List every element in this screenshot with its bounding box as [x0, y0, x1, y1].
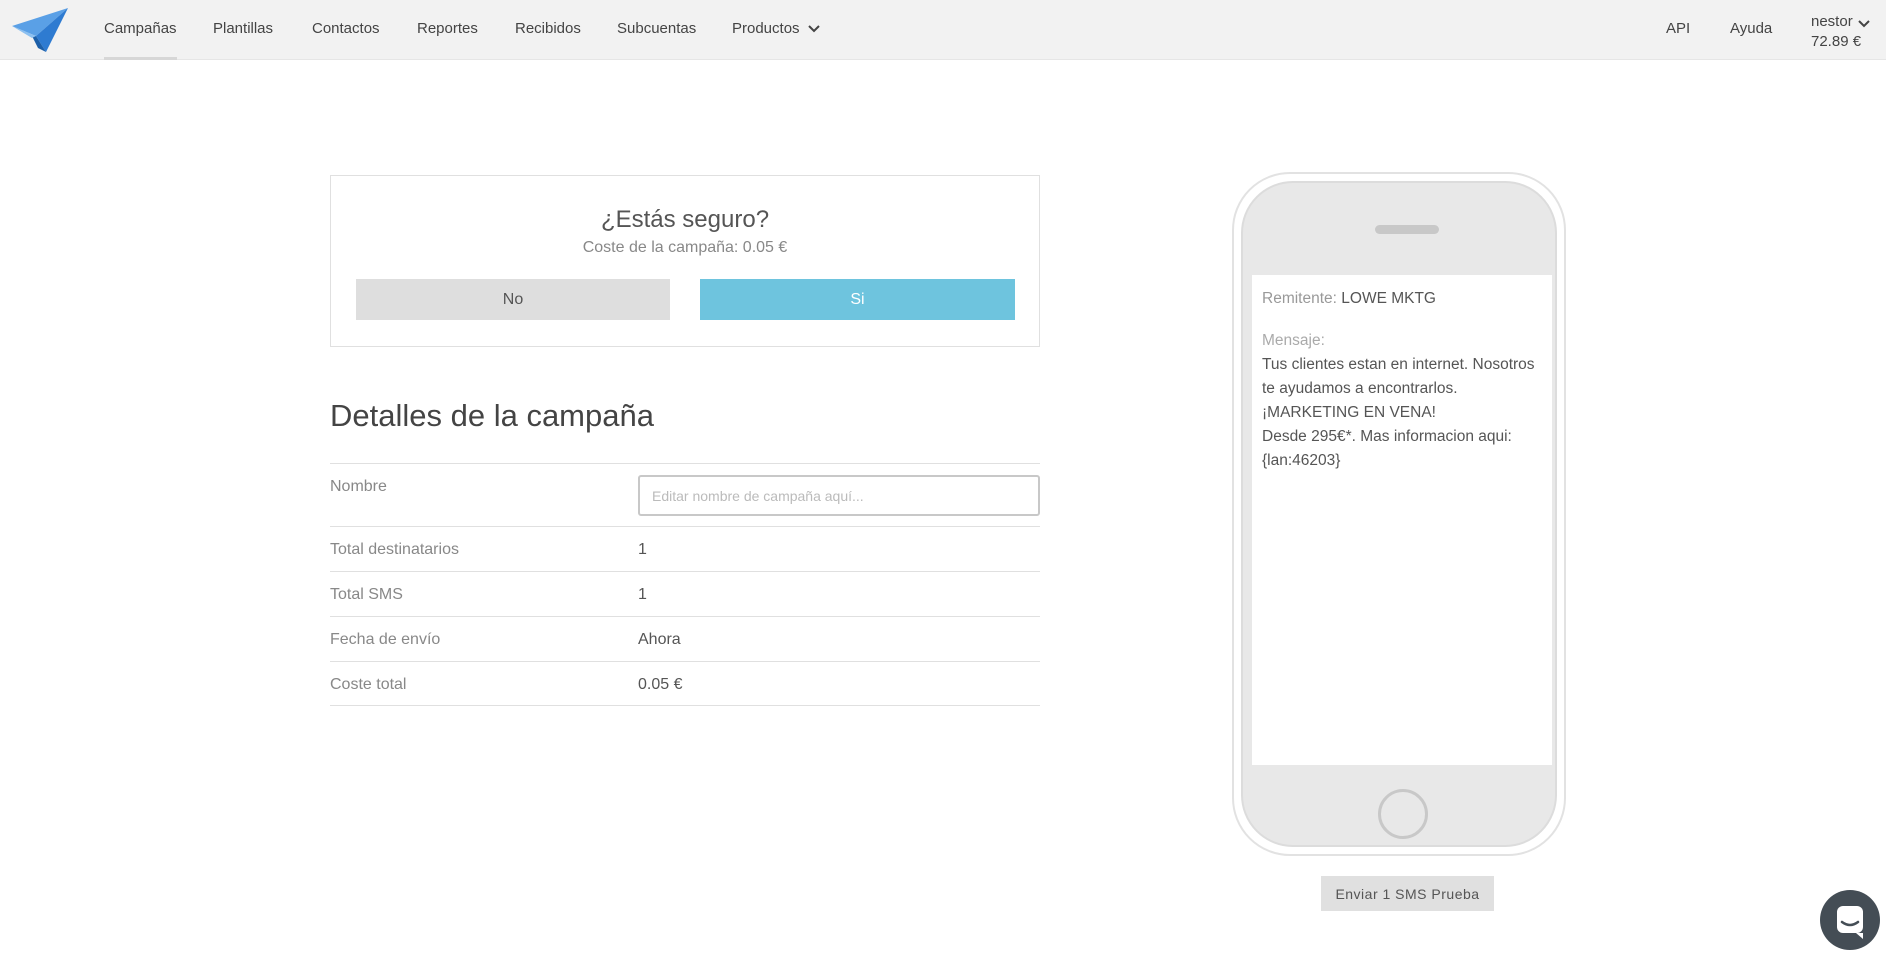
nav-plantillas[interactable]: Plantillas: [213, 0, 273, 60]
detail-value: 0.05 €: [638, 676, 683, 693]
nav-recibidos[interactable]: Recibidos: [515, 0, 581, 60]
nav-subcuentas[interactable]: Subcuentas: [617, 0, 696, 60]
detail-label: Fecha de envío: [330, 631, 441, 648]
chat-launcher[interactable]: [1820, 890, 1880, 950]
message-text: Tus clientes estan en internet. Nosotros…: [1262, 356, 1535, 469]
detail-row: Fecha de envío Ahora: [330, 616, 1040, 661]
chevron-down-icon: [807, 25, 820, 33]
user-name: nestor: [1811, 13, 1853, 30]
detail-row: Total SMS 1: [330, 571, 1040, 616]
send-test-sms-button[interactable]: Enviar 1 SMS Prueba: [1321, 876, 1494, 911]
detail-row: Total destinatarios 1: [330, 526, 1040, 571]
user-balance: 72.89 €: [1811, 33, 1862, 50]
nav-reportes[interactable]: Reportes: [417, 0, 478, 60]
sender-value: LOWE MKTG: [1341, 290, 1436, 307]
campaign-name-input[interactable]: [638, 475, 1040, 516]
nav-productos[interactable]: Productos: [732, 0, 820, 60]
nav-contactos[interactable]: Contactos: [312, 0, 380, 60]
chat-icon: [1837, 906, 1863, 939]
sender-label: Remitente:: [1262, 290, 1337, 307]
detail-value: Ahora: [638, 631, 681, 648]
no-button[interactable]: No: [356, 279, 670, 320]
chevron-down-icon[interactable]: [1858, 20, 1870, 28]
yes-button[interactable]: Si: [700, 279, 1015, 320]
message-label: Mensaje:: [1262, 332, 1325, 349]
confirm-panel: ¿Estás seguro? Coste de la campaña: 0.05…: [330, 175, 1040, 347]
detail-label: Coste total: [330, 676, 407, 693]
detail-row: Coste total 0.05 €: [330, 661, 1040, 706]
top-navbar: Campañas Plantillas Contactos Reportes R…: [0, 0, 1886, 60]
phone-preview: Remitente: LOWE MKTG Mensaje: Tus client…: [1232, 172, 1566, 856]
phone-speaker: [1375, 225, 1439, 234]
detail-value: 1: [638, 586, 647, 603]
details-table: Nombre Total destinatarios 1 Total SMS 1…: [330, 463, 1040, 706]
detail-row-name: Nombre: [330, 463, 1040, 526]
detail-label: Total destinatarios: [330, 541, 459, 558]
phone-body: Remitente: LOWE MKTG Mensaje: Tus client…: [1241, 181, 1557, 847]
phone-home-button: [1378, 789, 1428, 839]
nav-api[interactable]: API: [1666, 0, 1690, 60]
detail-label: Nombre: [330, 478, 387, 495]
nav-campanas[interactable]: Campañas: [104, 0, 177, 60]
detail-value: 1: [638, 541, 647, 558]
nav-productos-label: Productos: [732, 20, 800, 37]
phone-screen: Remitente: LOWE MKTG Mensaje: Tus client…: [1252, 275, 1552, 765]
confirm-title: ¿Estás seguro?: [600, 206, 770, 233]
nav-ayuda[interactable]: Ayuda: [1730, 0, 1772, 60]
details-title: Detalles de la campaña: [330, 398, 654, 433]
campaign-cost: Coste de la campaña: 0.05 €: [582, 239, 788, 256]
user-menu[interactable]: nestor 72.89 €: [1811, 12, 1881, 52]
detail-label: Total SMS: [330, 586, 403, 603]
paper-plane-logo-icon[interactable]: [10, 6, 70, 54]
